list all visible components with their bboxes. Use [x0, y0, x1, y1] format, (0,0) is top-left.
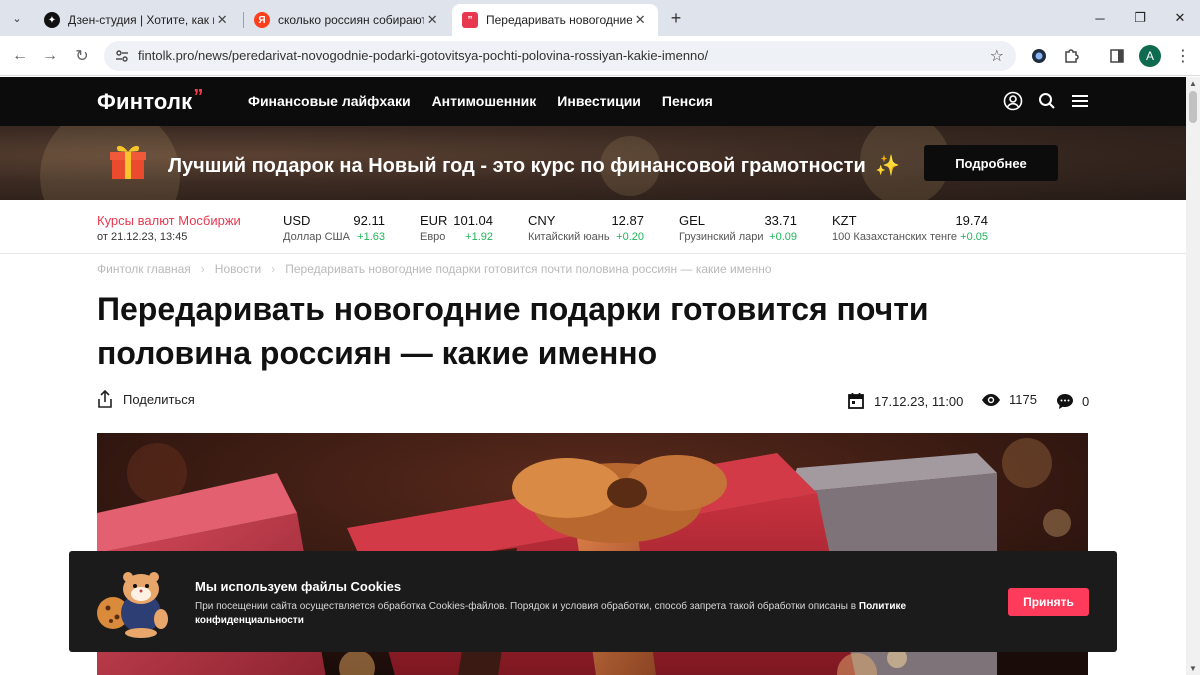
extension-shield-icon[interactable]: [1028, 45, 1050, 67]
close-window-icon[interactable]: ✕: [1160, 4, 1200, 32]
yandex-icon: Я: [254, 12, 270, 28]
breadcrumb-chevron-icon: ›: [271, 262, 276, 276]
browser-toolbar: ← → ↻ fintolk.pro/news/peredarivat-novog…: [0, 36, 1200, 76]
scroll-thumb[interactable]: [1189, 91, 1197, 123]
page-viewport: Финтолк” Финансовые лайфхаки Антимошенни…: [0, 77, 1186, 675]
fintolk-icon: ”: [462, 12, 478, 28]
browser-menu-dots-icon[interactable]: ⋮: [1172, 45, 1194, 67]
fx-title[interactable]: Курсы валют Мосбиржи: [97, 213, 241, 228]
comment-bubble-icon: [1057, 394, 1073, 409]
forward-arrow-icon[interactable]: →: [38, 44, 62, 68]
fx-item-usd[interactable]: USD 92.11 Доллар США +1.63: [283, 213, 385, 249]
tab-title: Дзен-студия | Хотите, как во…: [68, 13, 214, 27]
cookie-consent-banner: Мы используем файлы Cookies При посещени…: [69, 551, 1117, 652]
fx-item-gel[interactable]: GEL 33.71 Грузинский лари +0.09: [679, 213, 797, 249]
breadcrumb-current: Передаривать новогодние подарки готовитс…: [285, 262, 772, 276]
back-arrow-icon[interactable]: ←: [8, 44, 32, 68]
tab-yandex-search[interactable]: Я сколько россиян собираются… ✕: [244, 4, 450, 36]
user-account-icon[interactable]: [1002, 90, 1024, 112]
tab-search-chevron-icon[interactable]: ⌄: [6, 7, 28, 29]
zen-icon: ✦: [44, 12, 60, 28]
breadcrumb-home[interactable]: Финтолк главная: [97, 262, 191, 276]
cookie-accept-button[interactable]: Принять: [1008, 588, 1089, 616]
reload-icon[interactable]: ↻: [70, 44, 94, 68]
cookie-title: Мы используем файлы Cookies: [195, 579, 402, 594]
extensions-puzzle-icon[interactable]: [1060, 45, 1082, 67]
breadcrumb-chevron-icon: ›: [200, 262, 205, 276]
nav-item-pension[interactable]: Пенсия: [662, 93, 713, 109]
article-date: 17.12.23, 11:00: [847, 392, 963, 410]
profile-avatar[interactable]: A: [1139, 45, 1161, 67]
share-button[interactable]: Поделиться: [97, 390, 195, 408]
scroll-down-arrow-icon[interactable]: ▼: [1189, 664, 1197, 673]
tab-title: Передаривать новогодние по…: [486, 13, 633, 27]
eye-icon: [982, 393, 1000, 406]
restore-icon[interactable]: ❐: [1120, 4, 1160, 32]
fx-item-kzt[interactable]: KZT 19.74 100 Казахстанских тенге +0.05: [832, 213, 988, 249]
tab-title: сколько россиян собираются…: [278, 13, 425, 27]
article-comments[interactable]: 0: [1056, 393, 1089, 410]
site-logo[interactable]: Финтолк”: [97, 86, 204, 115]
tab-close-icon[interactable]: ✕: [214, 12, 230, 28]
breadcrumb-news[interactable]: Новости: [215, 262, 261, 276]
site-header: Финтолк” Финансовые лайфхаки Антимошенни…: [0, 77, 1186, 126]
calendar-icon: [848, 393, 864, 409]
site-info-icon[interactable]: [114, 48, 130, 64]
currency-rates-strip: Курсы валют Мосбиржи от 21.12.23, 13:45 …: [0, 200, 1186, 254]
share-icon: [98, 390, 112, 408]
url-text: fintolk.pro/news/peredarivat-novogodnie-…: [138, 48, 709, 63]
page-scrollbar[interactable]: ▲ ▼: [1186, 77, 1200, 675]
main-nav: Финансовые лайфхаки Антимошенник Инвести…: [248, 93, 713, 109]
tab-close-icon[interactable]: ✕: [632, 12, 648, 28]
fx-item-cny[interactable]: CNY 12.87 Китайский юань +0.20: [528, 213, 644, 249]
promo-headline: Лучший подарок на Новый год - это курс п…: [168, 155, 901, 177]
sparkle-icon: ✨: [875, 155, 901, 177]
address-bar[interactable]: fintolk.pro/news/peredarivat-novogodnie-…: [104, 41, 1016, 71]
minimize-icon[interactable]: ─: [1080, 4, 1120, 32]
hamster-cookie-mascot-icon: [97, 572, 168, 638]
nav-item-investments[interactable]: Инвестиции: [557, 93, 641, 109]
fx-item-eur[interactable]: EUR 101.04 Евро +1.92: [420, 213, 493, 249]
article-title: Передаривать новогодние подарки готовитс…: [97, 291, 929, 371]
nav-item-antifraud[interactable]: Антимошенник: [432, 93, 537, 109]
cookie-text: При посещении сайта осуществляется обраб…: [195, 601, 907, 626]
article-views: 1175: [981, 392, 1037, 407]
search-icon[interactable]: [1036, 90, 1058, 112]
gift-icon: [110, 145, 146, 179]
breadcrumb: Финтолк главная › Новости › Передаривать…: [97, 262, 772, 276]
scroll-up-arrow-icon[interactable]: ▲: [1189, 79, 1197, 88]
promo-more-button[interactable]: Подробнее: [924, 145, 1058, 181]
hamburger-menu-icon[interactable]: [1069, 90, 1091, 112]
new-tab-plus-icon[interactable]: +: [665, 7, 687, 29]
tab-zen-studio[interactable]: ✦ Дзен-студия | Хотите, как во… ✕: [34, 4, 240, 36]
tab-fintolk-article[interactable]: ” Передаривать новогодние по… ✕: [452, 4, 658, 36]
promo-banner[interactable]: Лучший подарок на Новый год - это курс п…: [0, 126, 1186, 200]
nav-item-lifehacks[interactable]: Финансовые лайфхаки: [248, 93, 411, 109]
share-label: Поделиться: [123, 391, 195, 407]
side-panel-icon[interactable]: [1106, 45, 1128, 67]
tab-close-icon[interactable]: ✕: [424, 12, 440, 28]
bookmark-star-icon[interactable]: ☆: [990, 46, 1004, 66]
fx-date: от 21.12.23, 13:45: [97, 231, 188, 243]
browser-tab-bar: ⌄ ✦ Дзен-студия | Хотите, как во… ✕ Я ск…: [0, 0, 1200, 36]
